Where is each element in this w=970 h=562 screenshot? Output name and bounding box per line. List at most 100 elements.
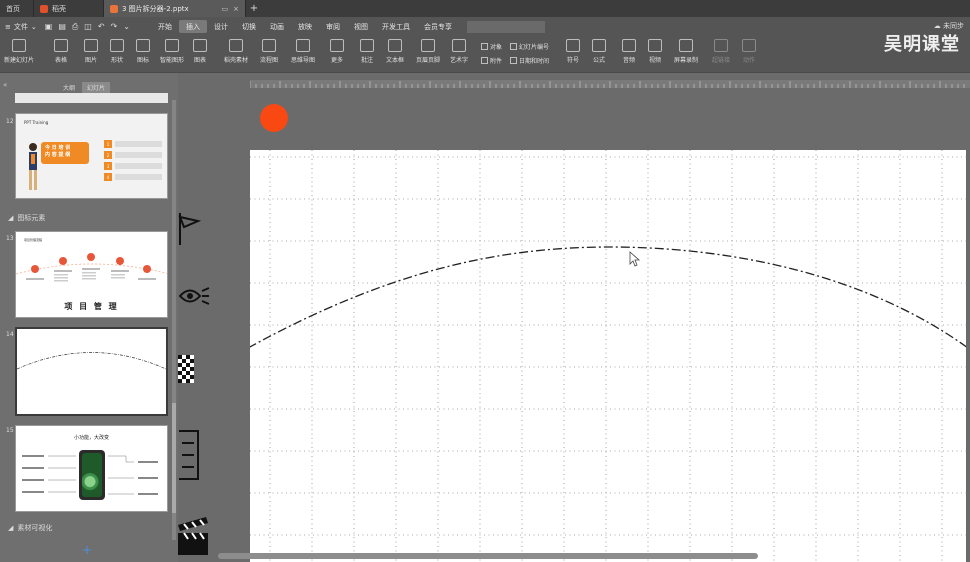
mindmap-button[interactable]: 思维导图 — [291, 39, 315, 64]
redo-icon[interactable]: ↷ — [108, 22, 121, 31]
icon-label: 图标 — [136, 57, 149, 64]
print-icon[interactable]: ⎙ — [69, 22, 81, 32]
chevron-down-icon: ⌄ — [30, 22, 37, 31]
header-footer-button[interactable]: 页眉页脚 — [416, 39, 440, 64]
menu-slideshow[interactable]: 放映 — [291, 20, 319, 33]
panel-tabs: 大纲 幻灯片 — [58, 82, 111, 93]
menu-member[interactable]: 会员专享 — [417, 20, 459, 33]
menu-start[interactable]: 开始 — [151, 20, 179, 33]
menu-insert[interactable]: 插入 — [178, 20, 207, 33]
icon-button[interactable]: 图标 — [136, 39, 150, 64]
more-button[interactable]: 更多 — [330, 39, 344, 64]
slide-thumbnail-15[interactable]: 小功能，大改变 — [15, 425, 168, 512]
slide-thumbnail-11[interactable] — [15, 93, 168, 103]
slide-thumbnail-14[interactable] — [15, 327, 168, 416]
tab-home[interactable]: 首页 — [0, 0, 34, 17]
shape-button[interactable]: 形状 — [110, 39, 124, 64]
collapse-panel-icon[interactable]: « — [3, 81, 7, 89]
add-slide-button[interactable]: + — [82, 543, 92, 557]
slide-title: 项 目 管 理 — [64, 302, 119, 311]
slide-canvas[interactable] — [250, 150, 966, 562]
icon-library-icon — [136, 39, 150, 52]
mindmap-label: 思维导图 — [291, 57, 316, 64]
section-header[interactable]: ◢ 素材可视化 — [8, 523, 52, 533]
flowchart-label: 流程图 — [260, 57, 279, 64]
attachment-label: 附件 — [490, 58, 503, 65]
horizontal-scrollbar[interactable] — [218, 553, 758, 559]
section-header[interactable]: ◢ 图标元素 — [8, 213, 45, 223]
undo-icon[interactable]: ↶ — [95, 22, 108, 31]
action-button[interactable]: 动作 — [742, 39, 756, 64]
more-icon[interactable]: ⌄ — [120, 22, 133, 31]
slide-thumbnail-13[interactable]: 项目管理流程 项 目 管 理 — [15, 231, 168, 318]
panel-scrollbar-thumb[interactable] — [172, 403, 176, 513]
slide-number-button[interactable]: 幻灯片编号 — [510, 42, 549, 51]
picture-button[interactable]: 图片 — [84, 39, 98, 64]
symbol-button[interactable]: 符号 — [566, 39, 580, 64]
action-icon — [742, 39, 756, 52]
formula-button[interactable]: 公式 — [592, 39, 606, 64]
tab-document[interactable]: 3 图片拆分器-2.pptx ▭ × — [104, 0, 246, 17]
slide-number: 14 — [6, 331, 14, 338]
flowchart-button[interactable]: 流程图 — [260, 39, 278, 64]
comment-button[interactable]: 批注 — [360, 39, 374, 64]
textbox-button[interactable]: 文本框 — [386, 39, 404, 64]
object-button[interactable]: 对象 — [481, 42, 502, 51]
file-menu[interactable]: ≡ 文件 ⌄ — [0, 22, 42, 32]
ellipsis-icon — [330, 39, 344, 52]
audio-button[interactable]: 音频 — [622, 39, 636, 64]
triangle-down-icon: ◢ — [8, 524, 14, 532]
editing-canvas[interactable] — [178, 73, 970, 562]
slide-panel: « 大纲 幻灯片 12 PPT Training 今 日 培 训 内 容 提 纲… — [0, 73, 178, 562]
menu-design[interactable]: 设计 — [207, 20, 235, 33]
attachment-button[interactable]: 附件 — [481, 56, 502, 65]
tab-docer[interactable]: 稻壳 — [34, 0, 104, 17]
preview-icon[interactable]: ◫ — [81, 22, 95, 31]
screen-record-icon — [679, 39, 693, 52]
menu-transition[interactable]: 切换 — [235, 20, 263, 33]
save-icon[interactable]: ▣ — [42, 22, 56, 31]
video-button[interactable]: 视频 — [648, 39, 662, 64]
menu-view[interactable]: 视图 — [347, 20, 375, 33]
picture-icon — [84, 39, 98, 52]
item-number-badge: 3 — [104, 162, 112, 170]
slide-number-label: 幻灯片编号 — [519, 44, 550, 51]
arc-preview — [17, 352, 166, 370]
new-slide-button[interactable]: 新建幻灯片 — [4, 39, 34, 64]
process-diagram — [16, 253, 167, 282]
smartart-button[interactable]: 智能图形 — [160, 39, 184, 64]
item-bar — [115, 141, 162, 147]
new-slide-icon — [12, 39, 26, 52]
audio-icon — [622, 39, 636, 52]
textbox-icon — [388, 39, 402, 52]
hyperlink-label: 超链接 — [712, 57, 731, 64]
menu-review[interactable]: 审阅 — [319, 20, 347, 33]
search-input[interactable] — [466, 20, 545, 33]
item-bar — [115, 174, 162, 180]
slide-number: 12 — [6, 118, 14, 125]
screen-record-button[interactable]: 屏幕录制 — [674, 39, 698, 64]
tab-outline[interactable]: 大纲 — [58, 82, 80, 93]
smartart-icon — [165, 39, 179, 52]
object-label: 对象 — [490, 44, 503, 51]
close-icon[interactable]: × — [233, 5, 239, 13]
menu-developer[interactable]: 开发工具 — [375, 20, 417, 33]
tab-slides[interactable]: 幻灯片 — [82, 82, 111, 93]
dotted-grid — [250, 150, 966, 562]
date-time-button[interactable]: 日期和时间 — [510, 56, 549, 65]
docer-material-button[interactable]: 稻壳素材 — [224, 39, 248, 64]
pointer-highlight — [260, 104, 288, 132]
wordart-button[interactable]: 艺术字 — [450, 39, 468, 64]
new-tab-button[interactable]: + — [246, 0, 262, 17]
item-number-badge: 4 — [104, 173, 112, 181]
table-button[interactable]: 表格 — [54, 39, 68, 64]
menu-animation[interactable]: 动画 — [263, 20, 291, 33]
hyperlink-button[interactable]: 超链接 — [712, 39, 730, 64]
folder-icon[interactable]: ▤ — [55, 22, 69, 31]
chart-button[interactable]: 图表 — [193, 39, 207, 64]
symbol-icon — [566, 39, 580, 52]
slide-thumbnail-12[interactable]: PPT Training 今 日 培 训 内 容 提 纲 1 2 3 4 — [15, 113, 168, 199]
restore-icon[interactable]: ▭ — [222, 5, 229, 13]
action-label: 动作 — [742, 57, 755, 64]
comment-label: 批注 — [360, 57, 373, 64]
